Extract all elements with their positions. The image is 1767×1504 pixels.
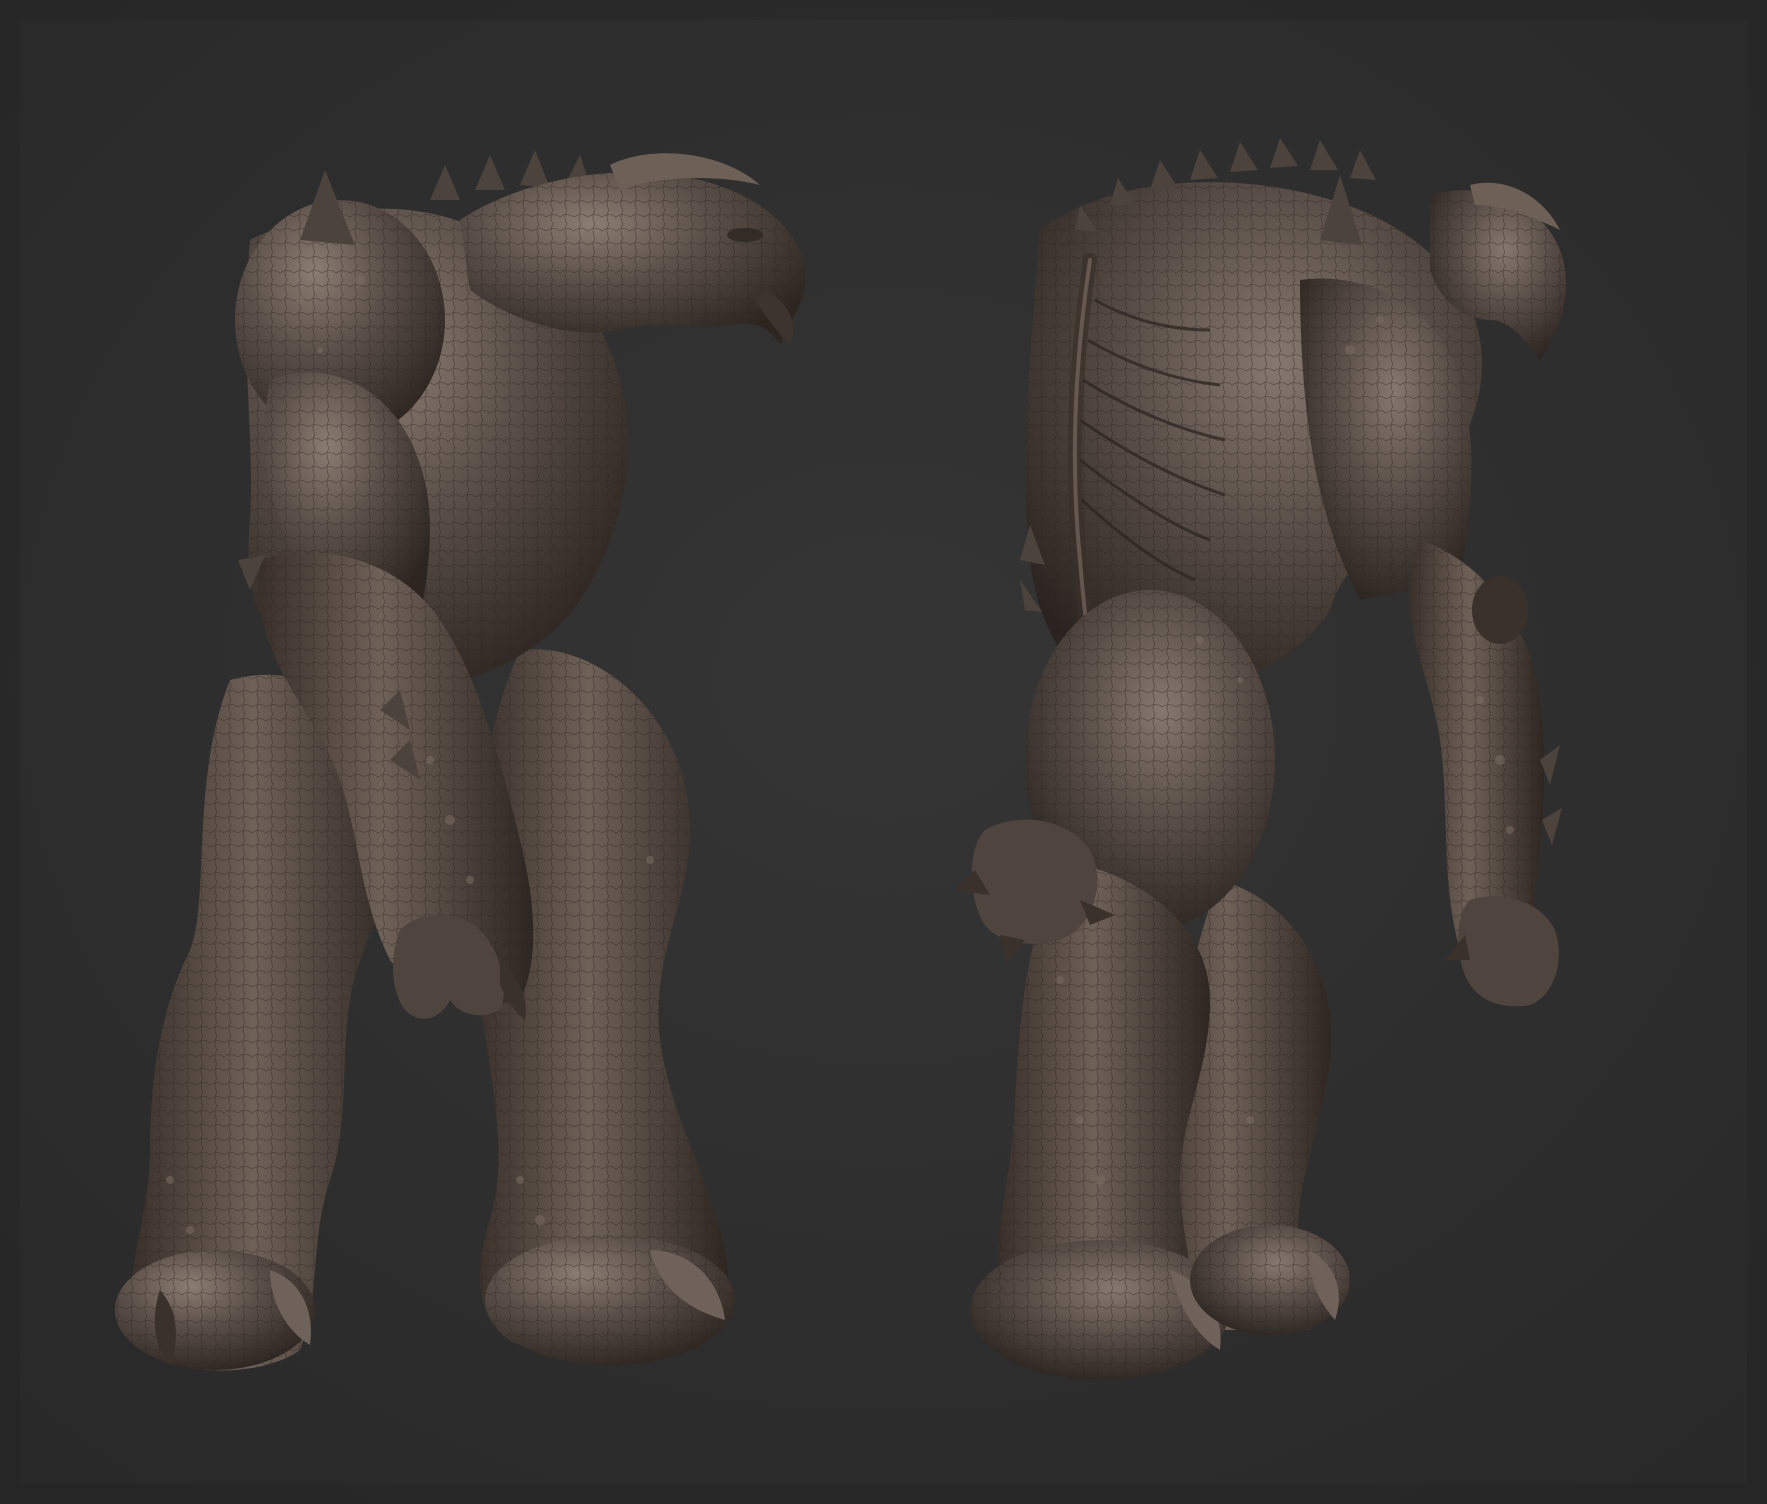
sculpt-render [0,0,1767,1504]
sculpt-viewport [0,0,1767,1504]
